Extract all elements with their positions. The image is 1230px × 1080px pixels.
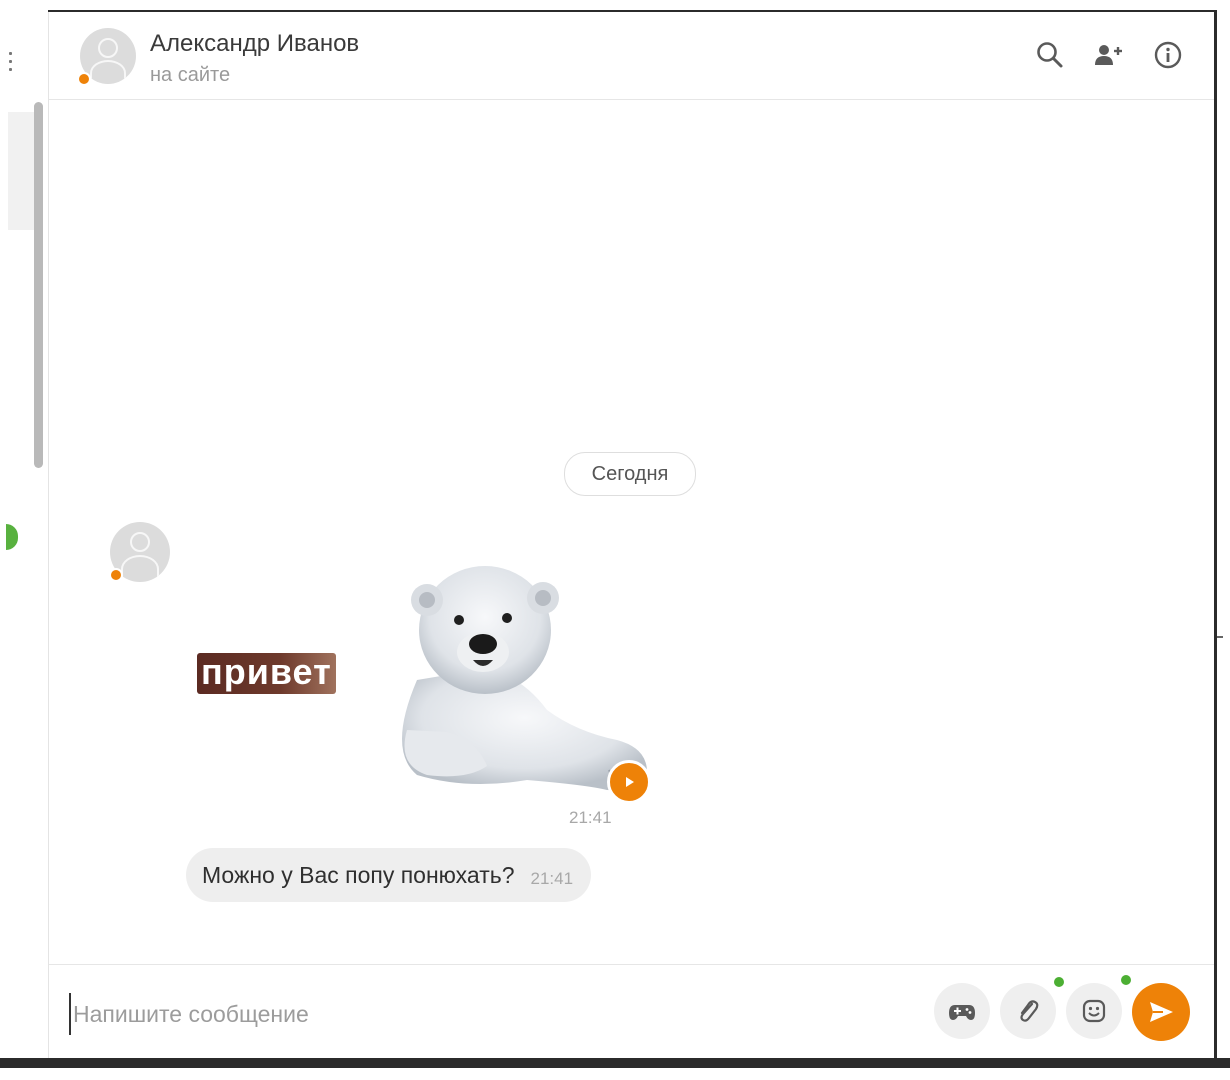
window-border <box>0 1058 1230 1068</box>
dialog-list-selected-item[interactable] <box>8 112 34 230</box>
message-input[interactable] <box>69 993 895 1035</box>
message-area: Сегодня привет 21:41 Можно у Вас попу по… <box>49 100 1214 964</box>
message-text: Можно у Вас попу понюхать? <box>202 861 515 888</box>
status-dot <box>109 568 123 582</box>
message-composer <box>49 964 1214 1059</box>
text-message[interactable]: Можно у Вас попу понюхать? 21:41 <box>186 848 592 902</box>
sticker-message[interactable]: привет <box>197 560 657 804</box>
send-icon <box>1150 1002 1173 1022</box>
message-time: 21:41 <box>569 808 612 827</box>
gamepad-icon[interactable] <box>934 983 990 1039</box>
paperclip-icon[interactable] <box>1000 983 1056 1039</box>
contact-status: на сайте <box>150 64 231 86</box>
sticker-caption: привет <box>197 653 336 694</box>
status-dot <box>77 72 91 86</box>
window-border <box>1214 10 1217 1060</box>
avatar-body <box>90 60 126 84</box>
play-icon[interactable] <box>607 760 651 804</box>
online-indicator <box>1054 977 1064 987</box>
menu-dots-icon[interactable] <box>9 52 13 82</box>
avatar-head <box>130 532 150 552</box>
emoji-icon[interactable] <box>1066 983 1122 1039</box>
send-button[interactable] <box>1132 983 1190 1041</box>
window-border <box>48 10 1216 12</box>
chat-window: Александр Иванов на сайте Сегодня привет… <box>0 0 1230 1080</box>
avatar-body <box>121 555 159 582</box>
contact-name[interactable]: Александр Иванов <box>150 30 359 58</box>
chat-header: Александр Иванов на сайте <box>49 12 1214 100</box>
date-separator: Сегодня <box>564 452 696 496</box>
add-user-icon[interactable] <box>1091 38 1125 72</box>
search-icon[interactable] <box>1033 38 1067 72</box>
window-border <box>1217 636 1223 638</box>
scrollbar[interactable] <box>34 102 43 468</box>
online-indicator <box>6 524 18 550</box>
message-time: 21:41 <box>530 869 574 888</box>
avatar-head <box>98 38 118 58</box>
online-indicator <box>1121 975 1131 985</box>
info-icon[interactable] <box>1151 38 1185 72</box>
